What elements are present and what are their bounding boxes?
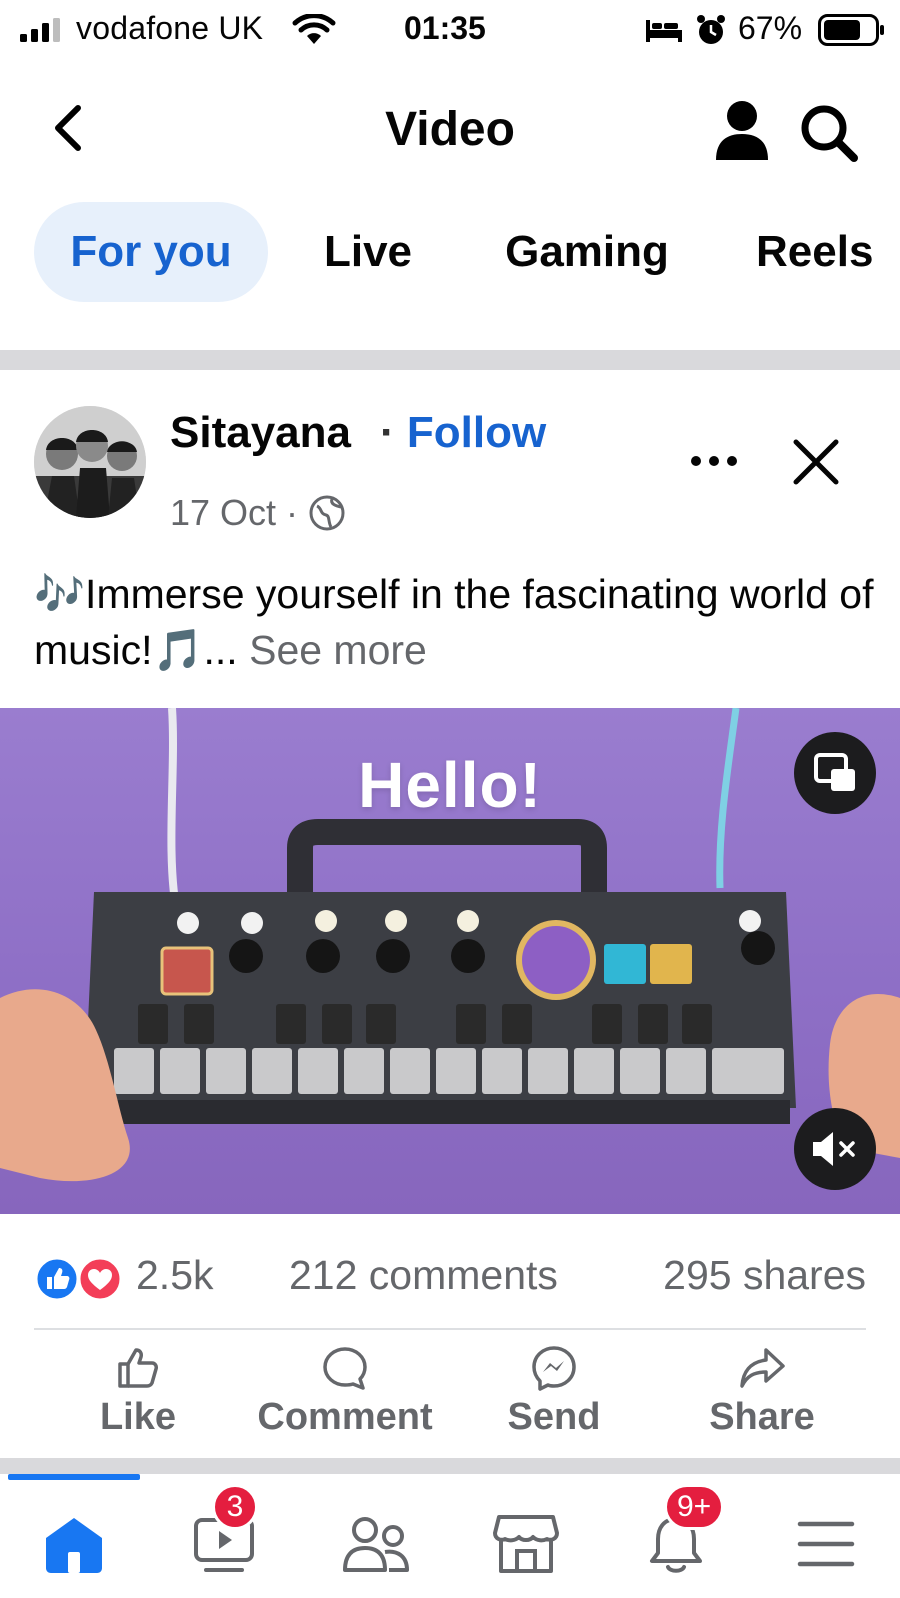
reaction-icons[interactable] [34, 1256, 126, 1302]
friends-icon [343, 1517, 409, 1572]
bed-icon [646, 20, 682, 42]
post-date: 17 Oct · [170, 492, 299, 533]
mute-button[interactable] [794, 1108, 876, 1190]
nav-marketplace[interactable] [486, 1504, 566, 1584]
battery-icon [818, 14, 884, 46]
notifications-badge: 9+ [664, 1484, 725, 1530]
muted-speaker-icon [813, 1132, 855, 1166]
follow-control: · Follow [380, 408, 546, 458]
section-divider [0, 350, 900, 370]
messenger-icon [532, 1346, 576, 1391]
nav-friends[interactable] [336, 1504, 416, 1584]
shares-count[interactable]: 295 shares [663, 1252, 866, 1299]
comment-label: Comment [257, 1396, 433, 1438]
comments-count[interactable]: 212 comments [289, 1252, 558, 1299]
profile-icon [716, 101, 768, 160]
love-reaction-icon [77, 1256, 123, 1302]
share-arrow-icon [740, 1348, 785, 1388]
signal-icon [20, 18, 60, 42]
thumbs-up-icon [118, 1348, 158, 1388]
profile-button[interactable] [712, 98, 772, 162]
post-meta: 17 Oct · [170, 492, 346, 534]
menu-icon [797, 1521, 855, 1567]
comment-icon [323, 1347, 367, 1390]
send-button[interactable]: Send [488, 1344, 620, 1444]
follow-button[interactable]: Follow [407, 408, 546, 457]
picture-in-picture-icon [814, 753, 855, 791]
search-icon [801, 105, 858, 162]
follow-separator: · [380, 408, 395, 457]
like-label: Like [99, 1396, 177, 1438]
caption-text: 🎶Immerse yourself in the fascinating wor… [34, 571, 874, 673]
nav-menu[interactable] [786, 1504, 866, 1584]
battery-percent: 67% [738, 10, 803, 46]
more-options-button[interactable] [688, 446, 740, 476]
bottom-tab-bar: 3 9+ [0, 1474, 900, 1598]
like-button[interactable]: Like [86, 1344, 190, 1444]
home-icon [46, 1518, 102, 1573]
comment-button[interactable]: Comment [250, 1344, 440, 1444]
reactions-summary: 2.5k 212 comments 295 shares [34, 1252, 866, 1308]
tab-reels[interactable]: Reels [756, 202, 900, 302]
tab-for-you[interactable]: For you [34, 202, 268, 302]
nav-home[interactable] [34, 1504, 114, 1584]
reaction-count[interactable]: 2.5k [136, 1252, 214, 1299]
close-icon [793, 439, 839, 485]
share-label: Share [709, 1396, 815, 1438]
like-reaction-icon [34, 1256, 80, 1302]
author-name[interactable]: Sitayana [170, 408, 351, 458]
video-tabs: For you Live Gaming Reels [0, 202, 900, 302]
see-more-link[interactable]: See more [249, 627, 427, 673]
video-overlay-text: Hello! [358, 749, 542, 821]
clock: 01:35 [404, 10, 486, 46]
send-label: Send [507, 1396, 601, 1438]
video-badge: 3 [212, 1484, 258, 1530]
alarm-icon [697, 15, 725, 44]
tab-gaming[interactable]: Gaming [492, 202, 682, 302]
picture-in-picture-button[interactable] [794, 732, 876, 814]
carrier-label: vodafone UK [76, 10, 264, 46]
status-bar: vodafone UK 01:35 67% [0, 0, 900, 60]
author-avatar[interactable] [34, 406, 146, 518]
marketplace-icon [493, 1515, 559, 1573]
tab-live[interactable]: Live [312, 202, 424, 302]
globe-icon [309, 495, 345, 531]
bottom-divider [0, 1458, 900, 1474]
active-tab-indicator [8, 1474, 140, 1480]
share-button[interactable]: Share [696, 1344, 828, 1444]
video-player[interactable]: Hello! [0, 708, 900, 1214]
more-icon [691, 456, 737, 466]
post-actions: Like Comment Send Share [0, 1344, 900, 1444]
top-nav: Video [0, 80, 900, 180]
actions-divider [34, 1328, 866, 1330]
search-button[interactable] [798, 102, 862, 162]
hide-post-button[interactable] [790, 436, 842, 488]
wifi-icon [292, 14, 336, 44]
post-caption: 🎶Immerse yourself in the fascinating wor… [34, 566, 874, 678]
